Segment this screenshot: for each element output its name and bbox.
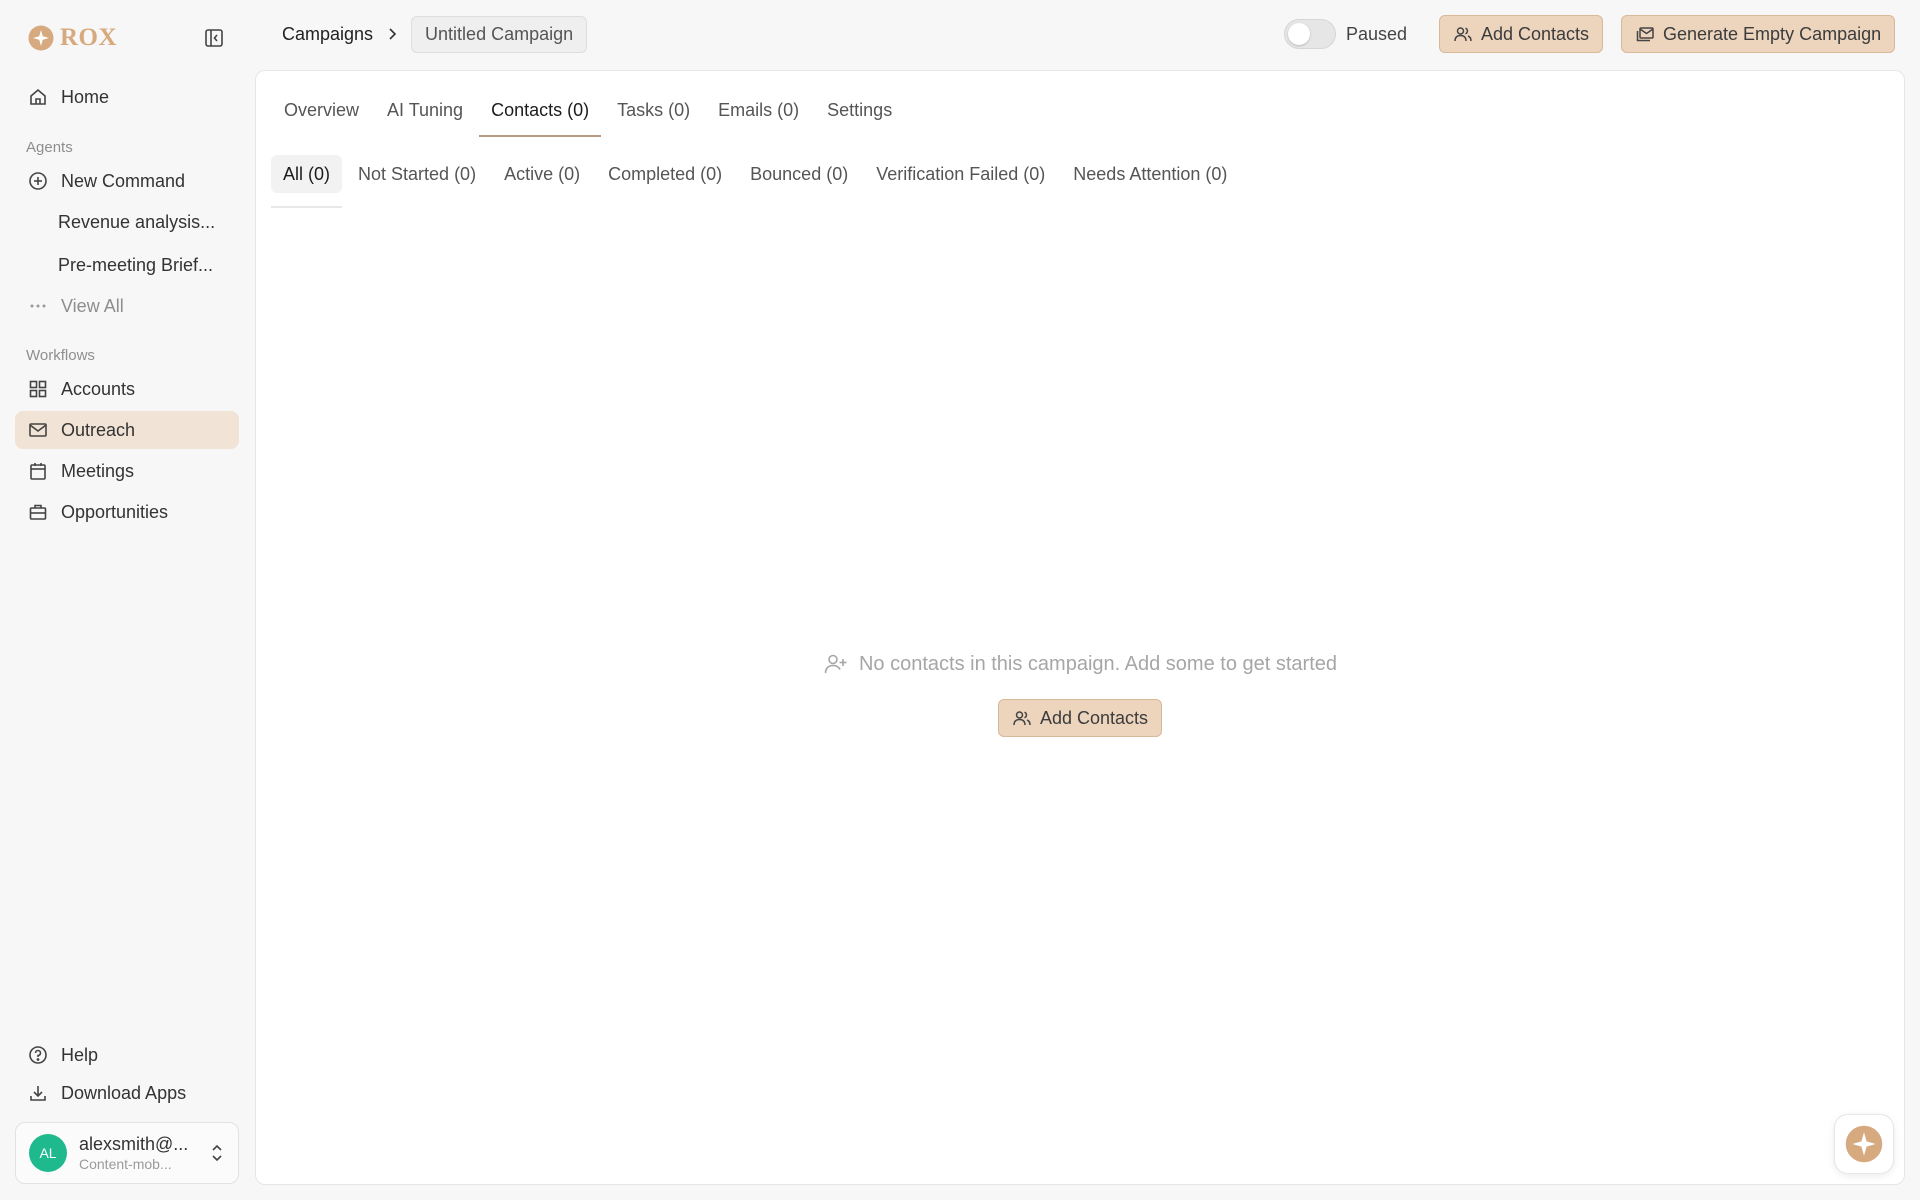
add-contacts-label: Add Contacts bbox=[1481, 23, 1590, 44]
sidebar-item-label: Download Apps bbox=[61, 1082, 187, 1103]
filter-label: Needs Attention (0) bbox=[1073, 163, 1228, 184]
mail-stack-icon bbox=[1636, 27, 1654, 42]
agents-section-label: Agents bbox=[26, 139, 73, 156]
add-contacts-button[interactable]: Add Contacts bbox=[1439, 15, 1604, 53]
generate-empty-campaign-button[interactable]: Generate Empty Campaign bbox=[1621, 15, 1896, 53]
workflows-section-label: Workflows bbox=[26, 347, 95, 364]
tab-label: Tasks (0) bbox=[617, 99, 691, 120]
sidebar-item-label: Revenue analysis... bbox=[58, 211, 216, 232]
filter-bounced[interactable]: Bounced (0) bbox=[738, 155, 860, 193]
sparkle-icon bbox=[1845, 1125, 1883, 1163]
sidebar-item-label: Meetings bbox=[61, 460, 135, 481]
rox-logo-text: ROX bbox=[60, 24, 118, 51]
sidebar-item-label: Opportunities bbox=[61, 501, 169, 522]
tab-label: AI Tuning bbox=[387, 99, 464, 120]
mail-icon bbox=[27, 419, 49, 441]
filter-all[interactable]: All (0) bbox=[271, 155, 343, 208]
tab-contacts[interactable]: Contacts (0) bbox=[479, 85, 602, 137]
user-plus-icon bbox=[824, 654, 847, 674]
filter-verification-failed[interactable]: Verification Failed (0) bbox=[864, 155, 1057, 193]
filter-label: Bounced (0) bbox=[750, 163, 849, 184]
filter-not-started[interactable]: Not Started (0) bbox=[346, 155, 488, 193]
sidebar-collapse-button[interactable] bbox=[200, 26, 228, 50]
filter-active[interactable]: Active (0) bbox=[492, 155, 592, 193]
users-icon bbox=[1013, 711, 1031, 726]
filter-completed[interactable]: Completed (0) bbox=[596, 155, 734, 193]
sidebar-item-view-all[interactable]: View All bbox=[15, 287, 239, 325]
add-contacts-label: Add Contacts bbox=[1039, 707, 1149, 728]
sidebar-item-help[interactable]: Help bbox=[15, 1036, 239, 1074]
filter-label: Completed (0) bbox=[608, 163, 723, 184]
rox-logo[interactable]: ROX bbox=[28, 24, 117, 52]
sidebar-item-label: Pre-meeting Brief... bbox=[58, 254, 214, 275]
sidebar: ROX Home Agents New Command Revenue anal… bbox=[0, 0, 254, 1200]
empty-state-message: No contacts in this campaign. Add some t… bbox=[823, 651, 1337, 677]
tab-overview[interactable]: Overview bbox=[272, 85, 371, 135]
rox-assistant-button[interactable] bbox=[1834, 1114, 1894, 1174]
generate-campaign-label: Generate Empty Campaign bbox=[1663, 23, 1882, 44]
breadcrumb: Campaigns Untitled Campaign bbox=[282, 15, 588, 53]
sidebar-item-opportunities[interactable]: Opportunities bbox=[15, 493, 239, 531]
sidebar-item-label: Accounts bbox=[61, 378, 136, 399]
campaign-panel: Overview AI Tuning Contacts (0) Tasks (0… bbox=[255, 70, 1905, 1185]
briefcase-icon bbox=[27, 501, 49, 523]
tab-settings[interactable]: Settings bbox=[815, 85, 904, 135]
empty-state-text: No contacts in this campaign. Add some t… bbox=[858, 652, 1338, 675]
plus-circle-icon bbox=[27, 170, 49, 192]
filter-label: Not Started (0) bbox=[358, 163, 477, 184]
download-icon bbox=[27, 1082, 49, 1104]
user-org: Content-mob... bbox=[79, 1156, 172, 1172]
tab-tasks[interactable]: Tasks (0) bbox=[605, 85, 702, 135]
campaign-name[interactable]: Untitled Campaign bbox=[411, 15, 588, 53]
campaign-tabs: Overview AI Tuning Contacts (0) Tasks (0… bbox=[272, 85, 908, 137]
grid-icon bbox=[27, 378, 49, 400]
campaign-status-toggle[interactable] bbox=[1284, 19, 1336, 49]
sidebar-collapse-icon bbox=[205, 29, 223, 47]
sidebar-recent-item[interactable]: Pre-meeting Brief... bbox=[15, 246, 239, 284]
tab-ai-tuning[interactable]: AI Tuning bbox=[375, 85, 475, 135]
sidebar-item-download-apps[interactable]: Download Apps bbox=[15, 1074, 239, 1112]
contact-status-filters: All (0) Not Started (0) Active (0) Compl… bbox=[271, 155, 1239, 208]
empty-state: No contacts in this campaign. Add some t… bbox=[256, 651, 1904, 737]
filter-needs-attention[interactable]: Needs Attention (0) bbox=[1061, 155, 1239, 193]
filter-label: Active (0) bbox=[504, 163, 581, 184]
home-icon bbox=[27, 86, 49, 108]
avatar: AL bbox=[29, 1134, 67, 1172]
rox-logo-icon bbox=[28, 25, 54, 51]
filter-label: Verification Failed (0) bbox=[876, 163, 1046, 184]
sidebar-item-outreach[interactable]: Outreach bbox=[15, 411, 239, 449]
tab-label: Settings bbox=[827, 99, 893, 120]
sidebar-item-label: View All bbox=[61, 295, 124, 316]
help-icon bbox=[27, 1044, 49, 1066]
tab-label: Emails (0) bbox=[718, 99, 800, 120]
sidebar-item-label: Home bbox=[61, 86, 110, 107]
chevron-right-icon bbox=[389, 28, 397, 40]
chevron-up-down-icon bbox=[212, 1144, 222, 1162]
calendar-icon bbox=[27, 460, 49, 482]
sidebar-item-home[interactable]: Home bbox=[15, 78, 239, 116]
user-account-switcher[interactable]: AL alexsmith@... Content-mob... bbox=[15, 1122, 239, 1184]
sidebar-item-accounts[interactable]: Accounts bbox=[15, 370, 239, 408]
ellipsis-icon bbox=[27, 295, 49, 317]
user-info: alexsmith@... Content-mob... bbox=[79, 1134, 201, 1172]
sidebar-recent-item[interactable]: Revenue analysis... bbox=[15, 203, 239, 241]
tab-label: Overview bbox=[284, 99, 360, 120]
sidebar-item-new-command[interactable]: New Command bbox=[15, 162, 239, 200]
user-name: alexsmith@... bbox=[79, 1134, 189, 1154]
users-icon bbox=[1454, 27, 1472, 42]
empty-state-add-contacts-button[interactable]: Add Contacts bbox=[997, 699, 1163, 737]
breadcrumb-campaigns[interactable]: Campaigns bbox=[282, 24, 373, 45]
filter-label: All (0) bbox=[283, 163, 331, 184]
sidebar-item-meetings[interactable]: Meetings bbox=[15, 452, 239, 490]
tab-emails[interactable]: Emails (0) bbox=[706, 85, 811, 135]
toggle-knob bbox=[1288, 23, 1310, 45]
tab-label: Contacts (0) bbox=[491, 99, 590, 120]
campaign-status-label: Paused bbox=[1346, 24, 1408, 44]
sidebar-item-label: Outreach bbox=[61, 419, 136, 440]
sidebar-item-label: New Command bbox=[61, 170, 186, 191]
sidebar-item-label: Help bbox=[61, 1044, 99, 1065]
